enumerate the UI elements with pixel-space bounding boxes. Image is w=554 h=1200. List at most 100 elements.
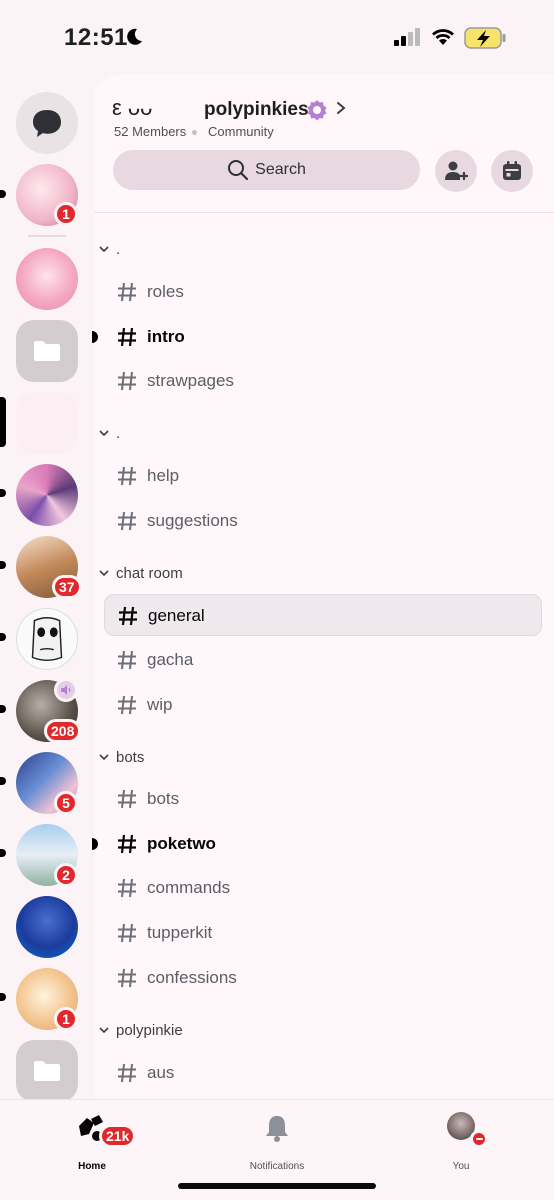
channel-wip[interactable]: wip: [104, 684, 542, 726]
chevron-down-icon: [99, 246, 109, 253]
chevron-right-icon[interactable]: [334, 99, 348, 117]
server-folder[interactable]: [16, 320, 78, 382]
nav-home[interactable]: 21k Home: [37, 1112, 147, 1172]
server-unread-pill: [0, 705, 6, 713]
server-mention-badge: 37: [52, 575, 82, 599]
server-folder[interactable]: [16, 1040, 78, 1100]
channel-panel: ε ᴗᴗ polypinkies 52 Members Community Se…: [94, 75, 554, 1100]
server-icon-dark-blue-anime[interactable]: [16, 896, 78, 958]
server-icon-purple-anime[interactable]: [16, 464, 78, 526]
text-channel-icon: [118, 695, 136, 715]
server-icon-polypinkies[interactable]: [16, 392, 78, 454]
channel-strawpages[interactable]: strawpages: [104, 360, 542, 402]
channel-label: poketwo: [147, 834, 216, 853]
channel-label: suggestions: [147, 511, 238, 530]
text-channel-icon: [118, 923, 136, 943]
server-unread-pill: [0, 489, 6, 497]
server-unread-pill: [0, 993, 6, 1001]
channel-label: intro: [147, 327, 185, 346]
server-unread-pill: [0, 633, 6, 641]
nav-you[interactable]: You: [406, 1112, 516, 1172]
nav-home-label: Home: [78, 1161, 106, 1172]
server-icon-face-meme[interactable]: [16, 608, 78, 670]
dnd-status-icon: [470, 1130, 488, 1148]
add-member-icon: [445, 161, 468, 180]
text-channel-icon: [118, 1063, 136, 1083]
channel-poketwo[interactable]: poketwo: [104, 823, 542, 865]
invite-button[interactable]: [435, 150, 477, 192]
channel-tupperkit[interactable]: tupperkit: [104, 912, 542, 954]
face-drawing-icon: [31, 616, 63, 662]
text-channel-icon: [118, 789, 136, 809]
server-header: ε ᴗᴗ polypinkies 52 Members Community Se…: [94, 75, 554, 213]
text-channel-icon: [118, 282, 136, 302]
server-name[interactable]: polypinkies: [204, 99, 309, 121]
server-mention-badge: 208: [44, 719, 82, 743]
channel-aus[interactable]: aus: [104, 1052, 542, 1094]
cellular-signal-icon: [394, 28, 420, 46]
text-channel-icon: [118, 878, 136, 898]
status-time: 12:51: [64, 24, 128, 51]
channel-intro[interactable]: intro: [104, 316, 542, 358]
channel-general[interactable]: general: [104, 594, 542, 636]
server-type-label: Community: [208, 124, 274, 139]
server-rail: 1 37 208 5 2 1: [0, 75, 94, 1100]
wifi-icon: [432, 29, 454, 45]
direct-messages-button[interactable]: [16, 92, 78, 154]
server-unread-pill: [0, 849, 6, 857]
chevron-down-icon: [99, 754, 109, 761]
text-channel-icon: [118, 327, 136, 347]
chevron-down-icon: [99, 430, 109, 437]
rail-divider: [28, 235, 66, 237]
channel-confessions[interactable]: confessions: [104, 957, 542, 999]
search-icon: [228, 160, 249, 181]
chevron-down-icon: [99, 1027, 109, 1034]
speaker-icon: [61, 685, 71, 695]
bell-icon: [266, 1116, 288, 1142]
voice-active-badge: [54, 678, 78, 702]
search-button[interactable]: Search: [113, 150, 420, 190]
channel-help[interactable]: help: [104, 455, 542, 497]
nav-notifications[interactable]: Notifications: [222, 1112, 332, 1172]
category-label: chat room: [116, 565, 183, 582]
calendar-icon: [503, 161, 521, 180]
channel-label: commands: [147, 878, 231, 897]
channel-commands[interactable]: commands: [104, 867, 542, 909]
channel-bots[interactable]: bots: [104, 778, 542, 820]
events-button[interactable]: [491, 150, 533, 192]
text-channel-icon: [118, 466, 136, 486]
channel-gacha[interactable]: gacha: [104, 639, 542, 681]
text-channel-icon: [118, 834, 136, 854]
text-channel-icon: [119, 606, 137, 626]
chat-bubble-icon: [33, 110, 61, 137]
text-channel-icon: [118, 371, 136, 391]
channel-label: help: [147, 466, 180, 485]
channel-label: general: [148, 606, 205, 625]
folder-icon: [34, 1061, 60, 1081]
server-mention-badge: 5: [54, 791, 78, 815]
member-count: 52 Members: [114, 124, 187, 139]
status-bar: 12:51: [0, 0, 554, 75]
search-label: Search: [255, 161, 306, 178]
selected-server-pill: [0, 397, 6, 447]
folder-icon: [34, 341, 60, 361]
battery-charging-icon: [464, 27, 506, 49]
channel-label: confessions: [147, 968, 237, 987]
nav-you-label: You: [452, 1161, 470, 1172]
channel-label: gacha: [147, 650, 194, 669]
channel-label: aus: [147, 1063, 175, 1082]
server-mention-badge: 2: [54, 863, 78, 887]
server-unread-pill: [0, 561, 6, 569]
channel-roles[interactable]: roles: [104, 271, 542, 313]
category-label: bots: [116, 749, 145, 766]
channel-suggestions[interactable]: suggestions: [104, 500, 542, 542]
text-channel-icon: [118, 968, 136, 988]
channel-label: wip: [147, 695, 173, 714]
category-label: .: [116, 241, 121, 258]
server-icon-pink-girl[interactable]: [16, 248, 78, 310]
home-mention-badge: 21k: [99, 1124, 137, 1148]
channel-label: roles: [147, 282, 184, 301]
channel-label: strawpages: [147, 371, 234, 390]
separator-dot: [192, 130, 197, 135]
community-badge-icon: [307, 100, 327, 121]
